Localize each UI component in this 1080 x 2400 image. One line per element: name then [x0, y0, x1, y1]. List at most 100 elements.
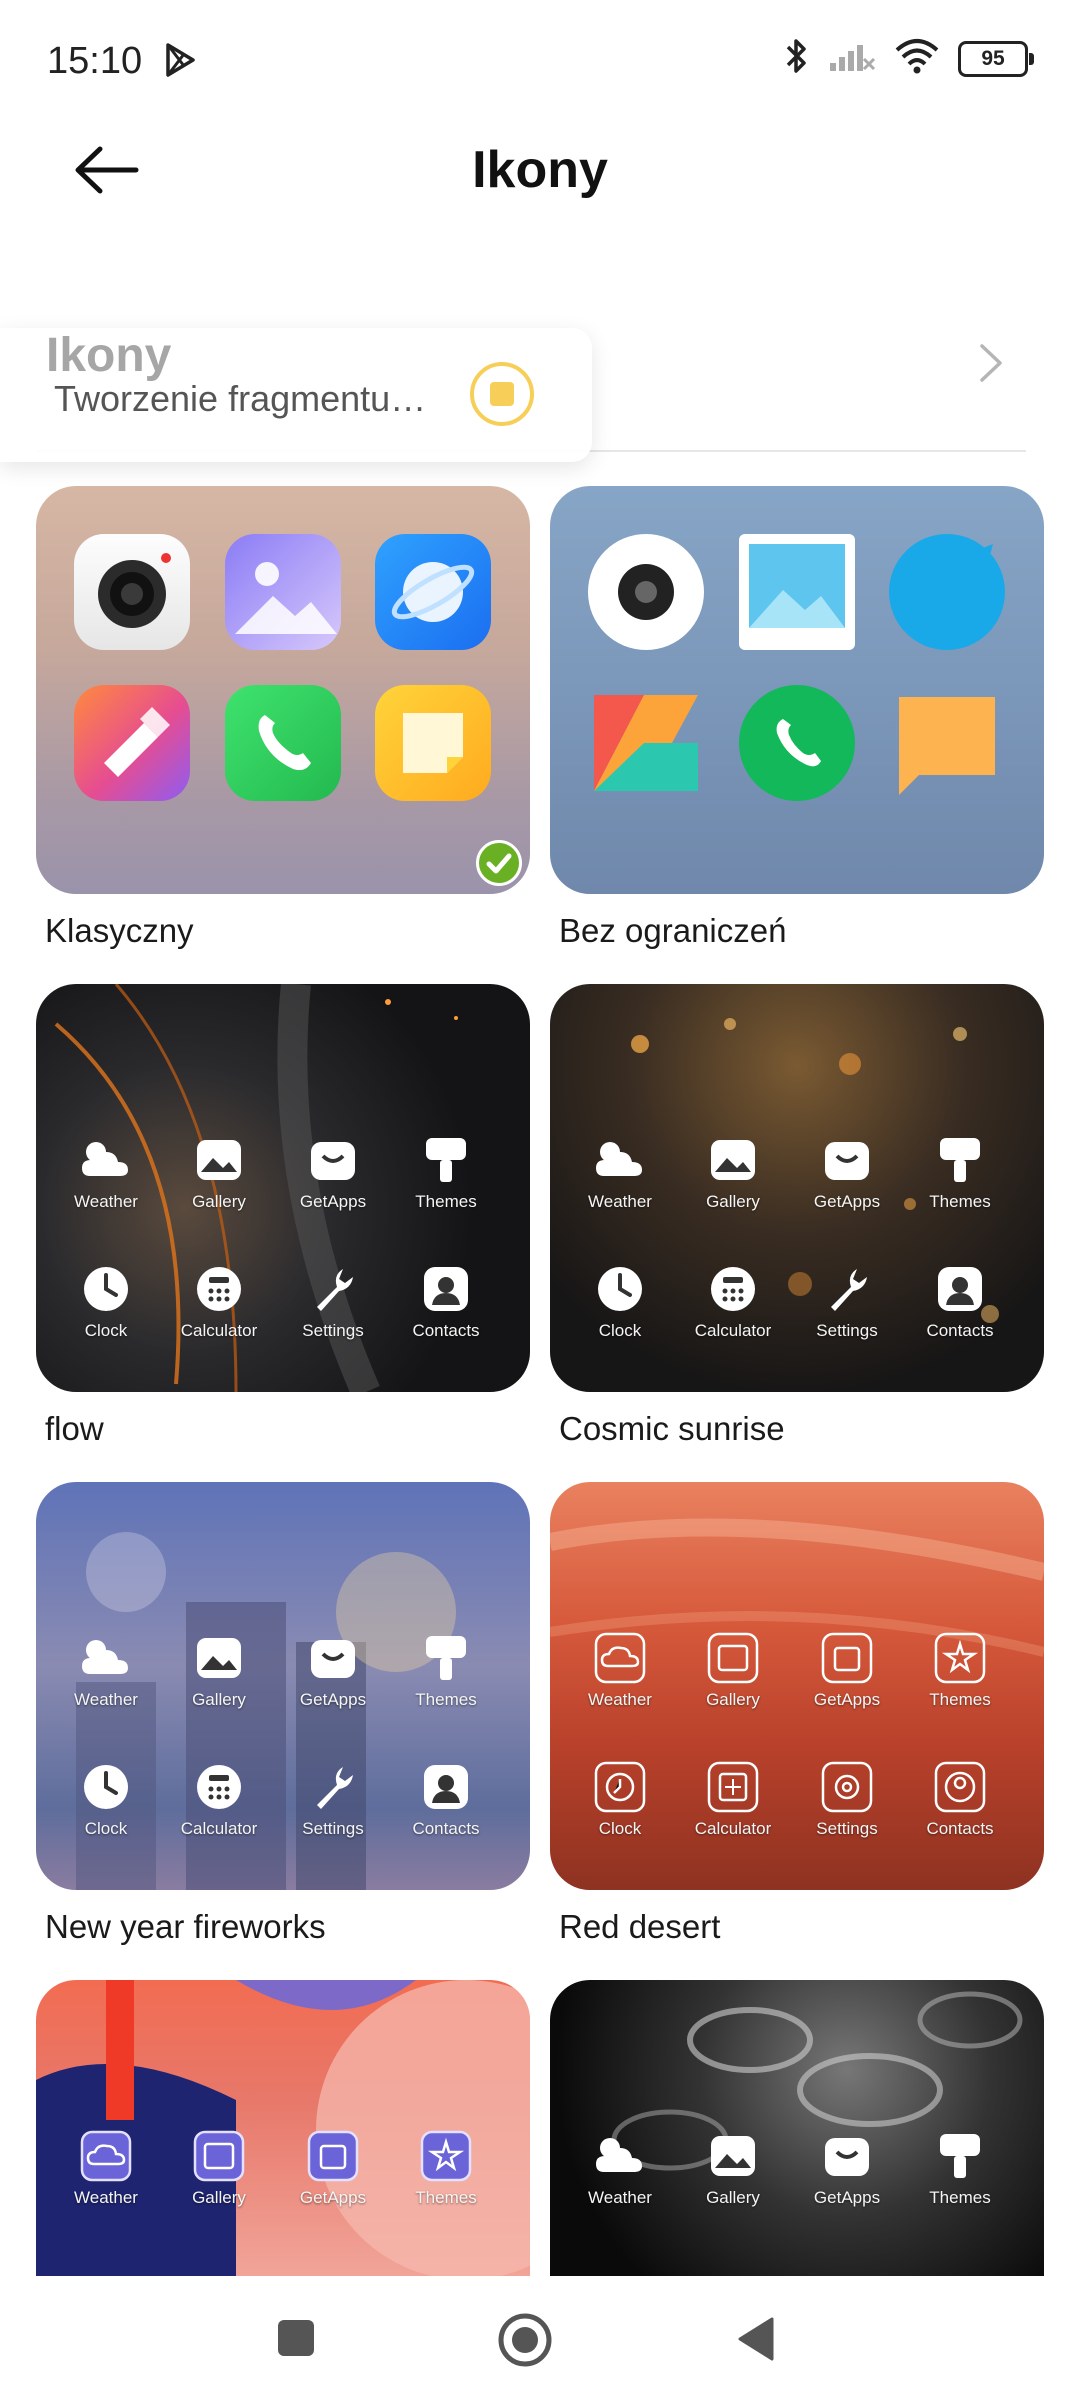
icon-label: Contacts [412, 1819, 480, 1838]
weather-preview-icon: Weather [578, 2128, 662, 2208]
notes-icon [375, 685, 491, 801]
theme-card-bez-ograniczen[interactable]: Bez ograniczeń [550, 486, 1044, 949]
calculator-icon [191, 1261, 247, 1317]
page-title: Ikony [472, 141, 608, 199]
theme-card-cosmic-sunrise[interactable]: Weather Gallery GetApps Themes Clock Calculat… [550, 984, 1044, 1447]
icon-label: Settings [302, 1321, 364, 1340]
icon-label: Weather [588, 1690, 652, 1709]
icon-label: Clock [84, 1819, 128, 1838]
icon-label: Gallery [706, 1192, 760, 1211]
settings-preview-icon: Settings [805, 1759, 889, 1839]
clock-preview-icon: Clock [578, 1759, 662, 1839]
bluetooth-icon [784, 36, 810, 81]
themes-icon [418, 1630, 474, 1686]
settings-icon [305, 1759, 361, 1815]
gallery-preview-icon: Gallery [691, 1630, 775, 1710]
calculator-preview-icon: Calculator [177, 1261, 261, 1341]
weather-icon [78, 2128, 134, 2184]
theme-preview: Weather Gallery GetApps Themes [36, 1980, 530, 2280]
icon-label: Weather [588, 1192, 652, 1211]
theme-card-red-desert[interactable]: Weather Gallery GetApps Themes Clock Calculat… [550, 1482, 1044, 1945]
icon-label: Calculator [694, 1321, 772, 1340]
clock-preview-icon: Clock [64, 1759, 148, 1839]
gallery-icon [191, 2128, 247, 2184]
icon-label: Themes [929, 2188, 991, 2207]
themes-preview-icon: Themes [918, 1630, 1002, 1710]
getapps-preview-icon: GetApps [805, 2128, 889, 2208]
theme-name: Klasyczny [45, 912, 194, 949]
weather-icon [592, 2128, 648, 2184]
settings-preview-icon: Settings [805, 1261, 889, 1341]
themes-preview-icon: Themes [404, 1630, 488, 1710]
back-nav-button[interactable] [736, 2316, 776, 2367]
theme-preview: Weather Gallery GetApps Themes Clock Calculat… [36, 1482, 530, 1890]
themes-icon [932, 1132, 988, 1188]
settings-preview-icon: Settings [291, 1261, 375, 1341]
weather-icon [78, 1132, 134, 1188]
calculator-preview-icon: Calculator [691, 1759, 775, 1839]
triangle-back-icon [738, 2317, 774, 2361]
stop-capture-button[interactable] [470, 362, 534, 426]
screen-capture-popup[interactable]: Ikony Tworzenie fragmentu… [0, 328, 592, 462]
chevron-right-icon [976, 340, 1006, 391]
contacts-icon [932, 1759, 988, 1815]
contacts-preview-icon: Contacts [918, 1261, 1002, 1341]
popup-subtitle: Tworzenie fragmentu… [54, 378, 427, 419]
status-bar: 15:10 95 [0, 0, 1080, 120]
themes-icon [418, 1132, 474, 1188]
theme-preview [36, 486, 530, 894]
icon-label: Gallery [706, 2188, 760, 2207]
recents-button[interactable] [276, 2318, 316, 2363]
clock-preview-icon: Clock [578, 1261, 662, 1341]
icon-label: Contacts [926, 1819, 994, 1838]
weather-icon [592, 1132, 648, 1188]
theme-name: Bez ograniczeń [559, 912, 787, 949]
themes-preview-icon: Themes [918, 1132, 1002, 1212]
status-time: 15:10 [47, 40, 143, 82]
gallery-icon [705, 2128, 761, 2184]
icon-label: Calculator [180, 1321, 258, 1340]
icon-label: Themes [415, 1192, 477, 1211]
weather-icon [78, 1630, 134, 1686]
theme-card-flow[interactable]: Weather Gallery GetApps Themes Clock Calculat… [36, 984, 530, 1447]
getapps-preview-icon: GetApps [291, 2128, 375, 2208]
icon-label: Gallery [192, 2188, 246, 2207]
icon-label: Clock [84, 1321, 128, 1340]
browser-icon [889, 534, 1005, 650]
getapps-icon [305, 1132, 361, 1188]
gallery-preview-icon: Gallery [691, 2128, 775, 2208]
getapps-preview-icon: GetApps [805, 1630, 889, 1710]
selected-check-icon [476, 840, 522, 886]
theme-name: Cosmic sunrise [559, 1410, 785, 1447]
popup-title: Ikony [46, 329, 172, 382]
icon-label: Contacts [926, 1321, 994, 1340]
calculator-icon [705, 1759, 761, 1815]
settings-icon [819, 1261, 875, 1317]
icon-label: Gallery [706, 1690, 760, 1709]
themes-preview-icon: Themes [404, 1132, 488, 1212]
icon-label: Calculator [694, 1819, 772, 1838]
theme-card-klasyczny[interactable]: Klasyczny [36, 486, 530, 949]
signal-icon [828, 39, 876, 78]
theme-card-new-year-fireworks[interactable]: Weather Gallery GetApps Themes Clock Calculat… [36, 1482, 530, 1945]
clock-icon [592, 1759, 648, 1815]
getapps-icon [819, 2128, 875, 2184]
gallery-icon [225, 534, 341, 650]
gallery-icon [705, 1630, 761, 1686]
gallery-preview-icon: Gallery [177, 2128, 261, 2208]
theme-preview: Weather Gallery GetApps Themes Clock Calculat… [550, 1482, 1044, 1890]
theme-name: Red desert [559, 1908, 721, 1945]
theme-preview: Weather Gallery GetApps Themes [550, 1980, 1044, 2280]
clock-icon [78, 1261, 134, 1317]
home-button[interactable] [497, 2312, 553, 2373]
themes-icon [932, 1630, 988, 1686]
square-icon [278, 2320, 314, 2356]
icon-label: GetApps [299, 1690, 367, 1709]
notes-icon [889, 685, 1005, 801]
navigation-bar [0, 2276, 1080, 2400]
theme-card-partial-left[interactable]: Weather Gallery GetApps Themes [36, 1980, 530, 2280]
theme-card-partial-right[interactable]: Weather Gallery GetApps Themes [550, 1980, 1044, 2280]
contacts-preview-icon: Contacts [918, 1759, 1002, 1839]
icon-label: Settings [816, 1321, 878, 1340]
icon-label: Clock [598, 1321, 642, 1340]
